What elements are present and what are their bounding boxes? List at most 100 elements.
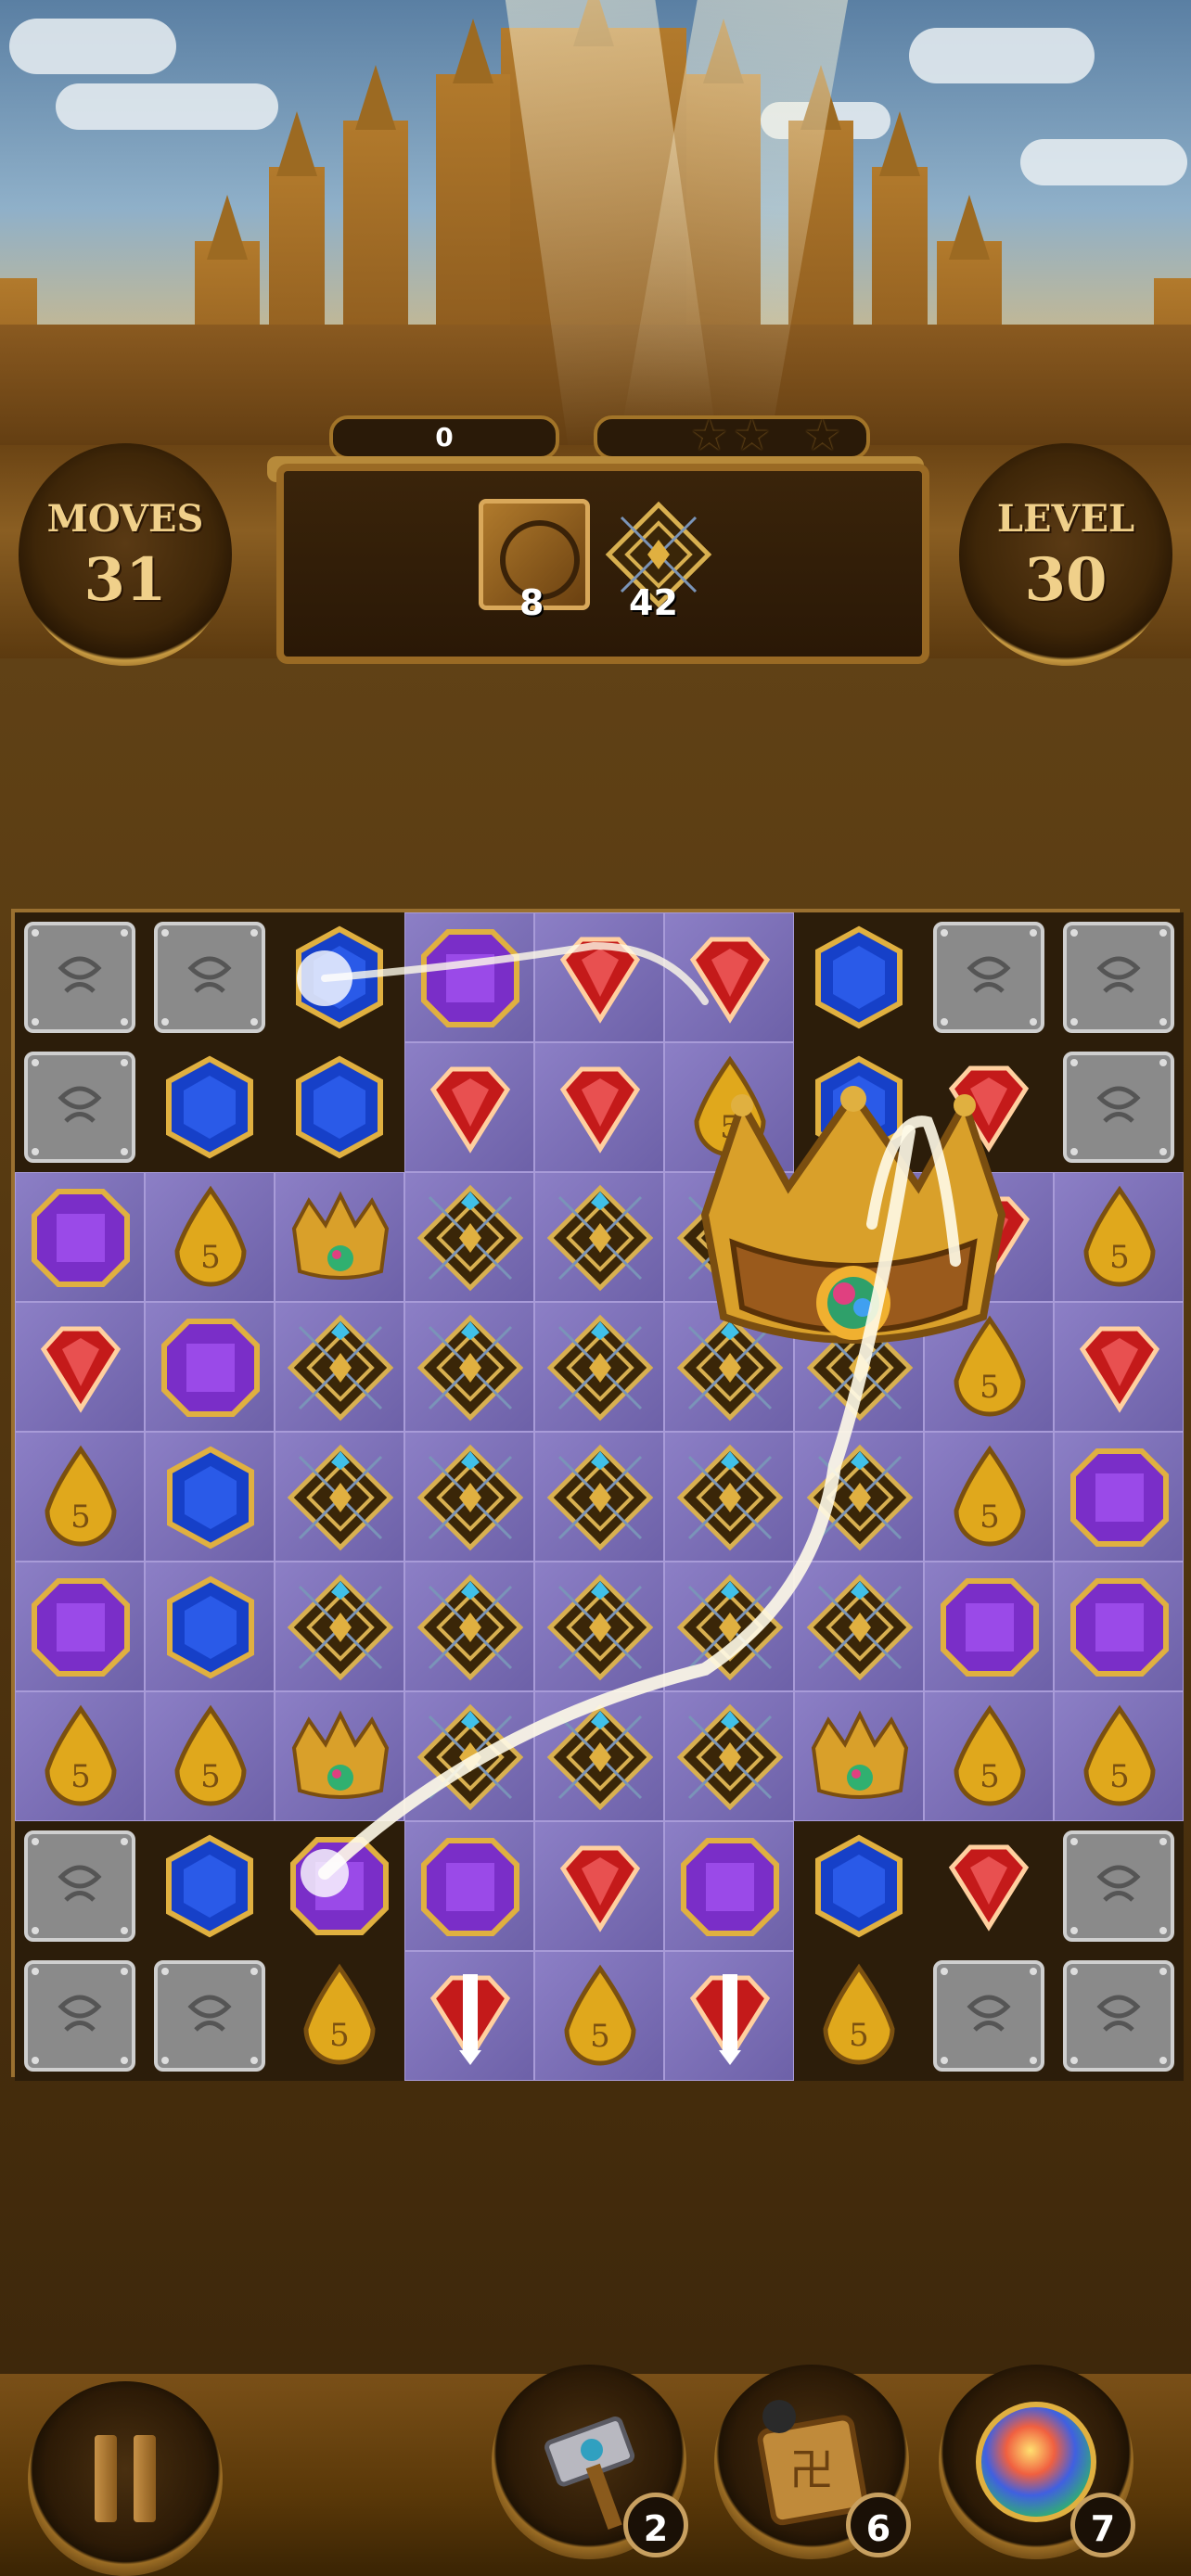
board-cell[interactable] bbox=[145, 1562, 275, 1691]
gold-gem-icon: 5 bbox=[1083, 1185, 1156, 1287]
board-cell[interactable] bbox=[275, 1821, 404, 1951]
svg-text:5: 5 bbox=[70, 1498, 91, 1536]
board-cell[interactable] bbox=[664, 1821, 794, 1951]
board-cell[interactable]: 5 bbox=[15, 1691, 145, 1821]
stone-gem-icon bbox=[1063, 1830, 1174, 1942]
tile-gem-icon bbox=[546, 1574, 654, 1681]
board-cell[interactable] bbox=[534, 1821, 664, 1951]
board-cell[interactable] bbox=[145, 1042, 275, 1172]
red-gem-icon bbox=[429, 1066, 511, 1154]
red-gem-icon bbox=[948, 1844, 1030, 1932]
level-label: LEVEL bbox=[996, 497, 1135, 541]
board-cell[interactable]: 5 bbox=[1054, 1691, 1184, 1821]
purple-gem-icon bbox=[161, 1319, 260, 1417]
board-cell[interactable] bbox=[145, 912, 275, 1042]
board-cell[interactable] bbox=[794, 1691, 924, 1821]
board-cell[interactable] bbox=[534, 1042, 664, 1172]
board-cell[interactable] bbox=[1054, 912, 1184, 1042]
board-cell[interactable]: 5 bbox=[145, 1172, 275, 1302]
board-cell[interactable]: 5 bbox=[534, 1951, 664, 2081]
board-cell[interactable] bbox=[1054, 1302, 1184, 1432]
board-cell[interactable] bbox=[664, 912, 794, 1042]
stone-gem-icon bbox=[154, 1960, 265, 2072]
gold-gem-icon: 5 bbox=[954, 1704, 1026, 1806]
moves-value: 31 bbox=[83, 545, 167, 615]
board-cell[interactable] bbox=[275, 1042, 404, 1172]
board-cell[interactable]: 5 bbox=[1054, 1172, 1184, 1302]
crown-gem-icon bbox=[811, 1710, 909, 1799]
board-cell[interactable] bbox=[275, 1562, 404, 1691]
board-cell[interactable] bbox=[275, 1302, 404, 1432]
tile-gem-icon bbox=[416, 1444, 524, 1551]
board-cell[interactable] bbox=[1054, 1432, 1184, 1562]
board-cell[interactable] bbox=[534, 1562, 664, 1691]
board-cell[interactable] bbox=[534, 1691, 664, 1821]
board-cell[interactable] bbox=[404, 1691, 534, 1821]
board-cell[interactable] bbox=[664, 1562, 794, 1691]
board-cell[interactable] bbox=[15, 1821, 145, 1951]
board-cell[interactable]: 5 bbox=[794, 1951, 924, 2081]
board-cell[interactable] bbox=[275, 912, 404, 1042]
board-cell[interactable] bbox=[924, 912, 1054, 1042]
board-cell[interactable] bbox=[794, 1432, 924, 1562]
board-cell[interactable] bbox=[404, 1302, 534, 1432]
board-cell[interactable] bbox=[1054, 1951, 1184, 2081]
board-cell[interactable] bbox=[275, 1172, 404, 1302]
board-cell[interactable] bbox=[404, 912, 534, 1042]
board-cell[interactable] bbox=[924, 1951, 1054, 2081]
star-icon: ★ bbox=[803, 410, 842, 460]
board-cell[interactable] bbox=[15, 1042, 145, 1172]
svg-text:5: 5 bbox=[329, 2017, 350, 2054]
pause-button[interactable] bbox=[28, 2381, 223, 2576]
board-cell[interactable] bbox=[15, 1302, 145, 1432]
board-cell[interactable] bbox=[664, 1691, 794, 1821]
board-cell[interactable] bbox=[404, 1432, 534, 1562]
board-cell[interactable] bbox=[275, 1691, 404, 1821]
board-cell[interactable] bbox=[794, 912, 924, 1042]
board-cell[interactable] bbox=[145, 1821, 275, 1951]
board-cell[interactable]: 5 bbox=[145, 1691, 275, 1821]
board-cell[interactable]: 5 bbox=[924, 1432, 1054, 1562]
board-cell[interactable] bbox=[15, 912, 145, 1042]
board-cell[interactable] bbox=[534, 1302, 664, 1432]
board-cell[interactable] bbox=[664, 1432, 794, 1562]
booster-count: 6 bbox=[846, 2493, 911, 2557]
gold-gem-icon: 5 bbox=[1083, 1704, 1156, 1806]
board-cell[interactable] bbox=[794, 1562, 924, 1691]
board-cell[interactable]: 5 bbox=[924, 1691, 1054, 1821]
board-cell[interactable]: 5 bbox=[275, 1951, 404, 2081]
svg-text:5: 5 bbox=[980, 1758, 1000, 1795]
board-cell[interactable] bbox=[404, 1562, 534, 1691]
board-cell[interactable] bbox=[534, 1432, 664, 1562]
board-cell[interactable] bbox=[275, 1432, 404, 1562]
blue-gem-icon bbox=[166, 1834, 253, 1938]
board-cell[interactable] bbox=[404, 1042, 534, 1172]
tile-gem-icon bbox=[806, 1574, 914, 1681]
board-cell[interactable] bbox=[404, 1172, 534, 1302]
board-cell[interactable] bbox=[15, 1172, 145, 1302]
board-cell[interactable] bbox=[664, 1951, 794, 2081]
board-cell[interactable] bbox=[15, 1562, 145, 1691]
pause-icon-bar bbox=[134, 2435, 156, 2522]
board-cell[interactable] bbox=[1054, 1562, 1184, 1691]
board-cell[interactable]: 5 bbox=[15, 1432, 145, 1562]
board-cell[interactable] bbox=[145, 1432, 275, 1562]
board-cell[interactable] bbox=[145, 1951, 275, 2081]
board-cell[interactable] bbox=[145, 1302, 275, 1432]
blue-gem-icon bbox=[167, 1446, 254, 1549]
board-cell[interactable] bbox=[534, 1172, 664, 1302]
svg-text:5: 5 bbox=[200, 1239, 221, 1276]
level-indicator: LEVEL 30 bbox=[959, 443, 1172, 666]
star-icon: ★ bbox=[733, 410, 772, 460]
board-cell[interactable] bbox=[924, 1562, 1054, 1691]
board-cell[interactable] bbox=[404, 1951, 534, 2081]
board-cell[interactable] bbox=[404, 1821, 534, 1951]
board-cell[interactable] bbox=[1054, 1821, 1184, 1951]
board-cell[interactable] bbox=[15, 1951, 145, 2081]
board-cell[interactable] bbox=[534, 912, 664, 1042]
blue-gem-icon bbox=[167, 1575, 254, 1679]
board-cell[interactable] bbox=[924, 1821, 1054, 1951]
board-cell[interactable] bbox=[794, 1821, 924, 1951]
board-cell[interactable] bbox=[1054, 1042, 1184, 1172]
purple-gem-icon bbox=[681, 1838, 779, 1936]
